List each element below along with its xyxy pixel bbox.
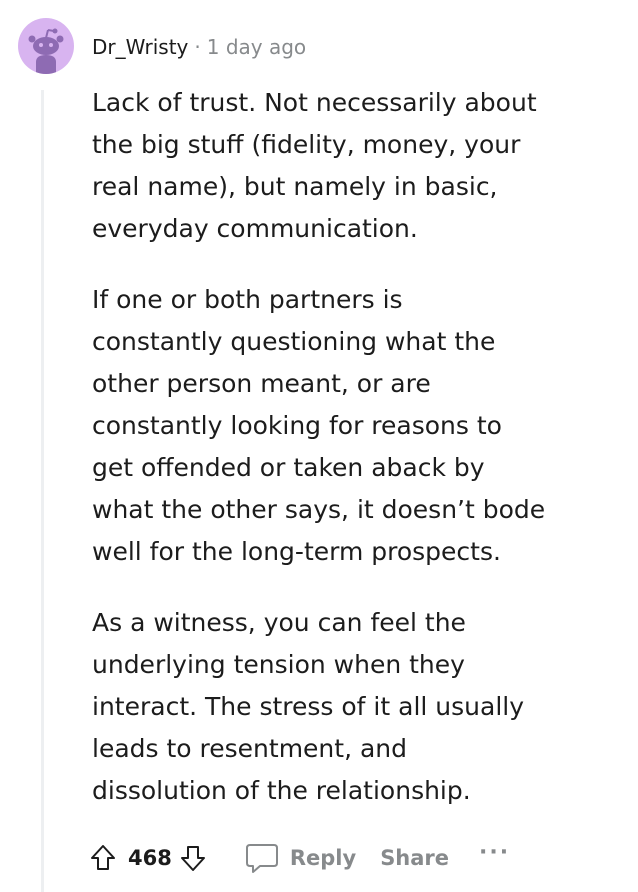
comment-header: Dr_Wristy · 1 day ago <box>92 33 306 61</box>
comment-actions: 468 Reply Share ··· <box>90 836 510 880</box>
speech-bubble-icon <box>244 842 280 874</box>
comment-body: Lack of trust. Not necessarily about the… <box>92 82 612 841</box>
more-options-button[interactable]: ··· <box>479 840 510 865</box>
comment-paragraph-1: Lack of trust. Not necessarily about the… <box>92 88 537 243</box>
separator-dot: · <box>194 35 201 59</box>
thread-line[interactable] <box>41 90 44 892</box>
vote-count: 468 <box>128 846 172 870</box>
reddit-snoo-avatar-icon <box>28 28 64 74</box>
reply-button[interactable]: Reply <box>244 842 356 874</box>
comment-paragraph-2: If one or both partners is constantly qu… <box>92 285 546 566</box>
upvote-arrow-icon[interactable] <box>90 844 116 872</box>
downvote-arrow-icon[interactable] <box>180 844 206 872</box>
share-button[interactable]: Share <box>380 846 449 870</box>
reply-label: Reply <box>289 846 357 870</box>
comment-paragraph-3: As a witness, you can feel the underlyin… <box>92 608 525 805</box>
comment: Dr_Wristy · 1 day ago Lack of trust. Not… <box>0 0 638 892</box>
username-link[interactable]: Dr_Wristy <box>92 33 188 61</box>
timestamp[interactable]: 1 day ago <box>207 33 306 61</box>
avatar[interactable] <box>18 18 74 74</box>
